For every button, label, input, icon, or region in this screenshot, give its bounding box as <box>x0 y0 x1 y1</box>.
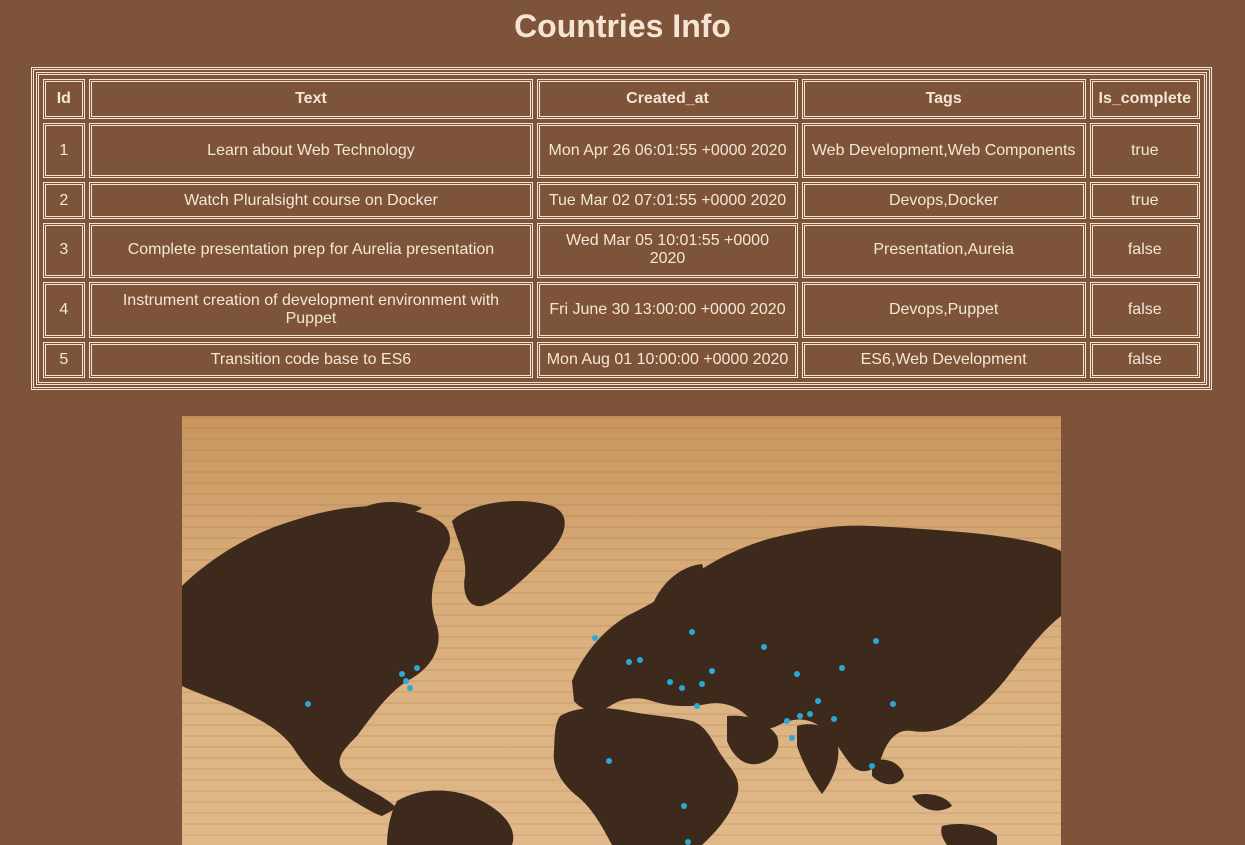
pin <box>606 758 612 764</box>
cell-text: Transition code base to ES6 <box>88 341 534 378</box>
pin <box>784 718 790 724</box>
cell-text: Instrument creation of development envir… <box>88 282 534 338</box>
cell-text: Complete presentation prep for Aurelia p… <box>88 222 534 279</box>
cell-text: Learn about Web Technology <box>88 123 534 179</box>
pin <box>305 701 311 707</box>
cell-id: 3 <box>43 222 85 279</box>
header-tags: Tags <box>801 79 1086 119</box>
africa <box>553 707 739 845</box>
pin <box>592 635 598 641</box>
table-header-row: Id Text Created_at Tags Is_complete <box>43 79 1200 119</box>
world-map-image <box>182 416 1061 845</box>
header-text: Text <box>88 79 534 119</box>
pin <box>699 681 705 687</box>
pin <box>407 685 413 691</box>
pin <box>890 701 896 707</box>
pin <box>839 665 845 671</box>
pin <box>689 629 695 635</box>
header-created-at: Created_at <box>537 79 798 119</box>
pin <box>807 711 813 717</box>
pin <box>873 638 879 644</box>
pin <box>815 698 821 704</box>
table-row: 4 Instrument creation of development env… <box>43 282 1200 338</box>
cell-is-complete: false <box>1089 222 1200 279</box>
pin <box>685 839 691 845</box>
page-title: Countries Info <box>514 8 731 44</box>
southeast-asia <box>872 759 997 845</box>
table-row: 3 Complete presentation prep for Aurelia… <box>43 222 1200 279</box>
pin <box>694 703 700 709</box>
continents <box>182 501 1061 845</box>
north-america <box>182 506 451 816</box>
header-id: Id <box>43 79 85 119</box>
table-row: 5 Transition code base to ES6 Mon Aug 01… <box>43 341 1200 378</box>
cell-is-complete: true <box>1089 123 1200 179</box>
cell-tags: Devops,Puppet <box>801 282 1086 338</box>
cell-tags: Web Development,Web Components <box>801 123 1086 179</box>
cell-is-complete: true <box>1089 182 1200 219</box>
world-map-illustration <box>182 501 1061 845</box>
pin <box>679 685 685 691</box>
pin <box>403 678 409 684</box>
pin <box>681 803 687 809</box>
cell-tags: ES6,Web Development <box>801 341 1086 378</box>
cell-id: 2 <box>43 182 85 219</box>
cell-created-at: Wed Mar 05 10:01:55 +0000 2020 <box>537 222 798 279</box>
pin <box>831 716 837 722</box>
cell-text: Watch Pluralsight course on Docker <box>88 182 534 219</box>
pin <box>414 665 420 671</box>
todo-table-container: Id Text Created_at Tags Is_complete 1 Le… <box>31 67 1212 390</box>
cell-id: 1 <box>43 123 85 179</box>
cell-is-complete: false <box>1089 282 1200 338</box>
pin <box>761 644 767 650</box>
table-row: 2 Watch Pluralsight course on Docker Tue… <box>43 182 1200 219</box>
pin <box>869 763 875 769</box>
pin <box>399 671 405 677</box>
pin <box>789 735 795 741</box>
cell-tags: Devops,Docker <box>801 182 1086 219</box>
pin <box>797 713 803 719</box>
india <box>797 724 839 794</box>
cell-is-complete: false <box>1089 341 1200 378</box>
pin <box>667 679 673 685</box>
pin <box>794 671 800 677</box>
pin <box>626 659 632 665</box>
pin <box>637 657 643 663</box>
greenland <box>452 501 565 607</box>
pin <box>709 668 715 674</box>
cell-id: 4 <box>43 282 85 338</box>
cell-id: 5 <box>43 341 85 378</box>
table-row: 1 Learn about Web Technology Mon Apr 26 … <box>43 123 1200 179</box>
cell-created-at: Mon Aug 01 10:00:00 +0000 2020 <box>537 341 798 378</box>
cell-created-at: Tue Mar 02 07:01:55 +0000 2020 <box>537 182 798 219</box>
cell-created-at: Fri June 30 13:00:00 +0000 2020 <box>537 282 798 338</box>
cell-created-at: Mon Apr 26 06:01:55 +0000 2020 <box>537 123 798 179</box>
header-is-complete: Is_complete <box>1089 79 1200 119</box>
cell-tags: Presentation,Aureia <box>801 222 1086 279</box>
south-america <box>387 790 514 845</box>
todo-table: Id Text Created_at Tags Is_complete 1 Le… <box>36 72 1207 385</box>
